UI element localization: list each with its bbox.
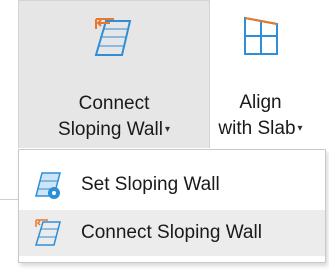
align-with-slab-icon [241, 14, 281, 65]
menu-item-set-sloping-wall[interactable]: Set Sloping Wall [19, 162, 325, 208]
dropdown-menu: Set Sloping Wall Connect Sloping Wall [18, 149, 326, 263]
chevron-down-icon[interactable]: ▾ [298, 116, 303, 142]
chevron-down-icon[interactable]: ▾ [165, 117, 170, 143]
align-with-slab-label: Align with Slab ▾ [211, 90, 310, 142]
set-sloping-wall-icon [33, 170, 63, 200]
align-label-line2: with Slab [218, 118, 296, 140]
connect-sloping-wall-icon [92, 15, 136, 66]
menu-item-label: Set Sloping Wall [81, 174, 220, 195]
connect-sloping-wall-button[interactable]: Connect Sloping Wall ▾ [18, 0, 210, 148]
align-with-slab-button[interactable]: Align with Slab ▾ [211, 0, 310, 148]
align-label-line1: Align [239, 92, 282, 113]
ribbon-panel: Connect Sloping Wall ▾ Align with Slab ▾ [0, 0, 329, 150]
connect-sloping-wall-icon [33, 218, 63, 248]
menu-item-connect-sloping-wall[interactable]: Connect Sloping Wall [19, 210, 325, 256]
connect-sloping-wall-label: Connect Sloping Wall ▾ [19, 91, 209, 143]
divider-line [0, 199, 18, 200]
connect-label-line2: Sloping Wall [58, 119, 163, 141]
connect-label-line1: Connect [78, 93, 150, 114]
menu-item-label: Connect Sloping Wall [81, 222, 262, 243]
